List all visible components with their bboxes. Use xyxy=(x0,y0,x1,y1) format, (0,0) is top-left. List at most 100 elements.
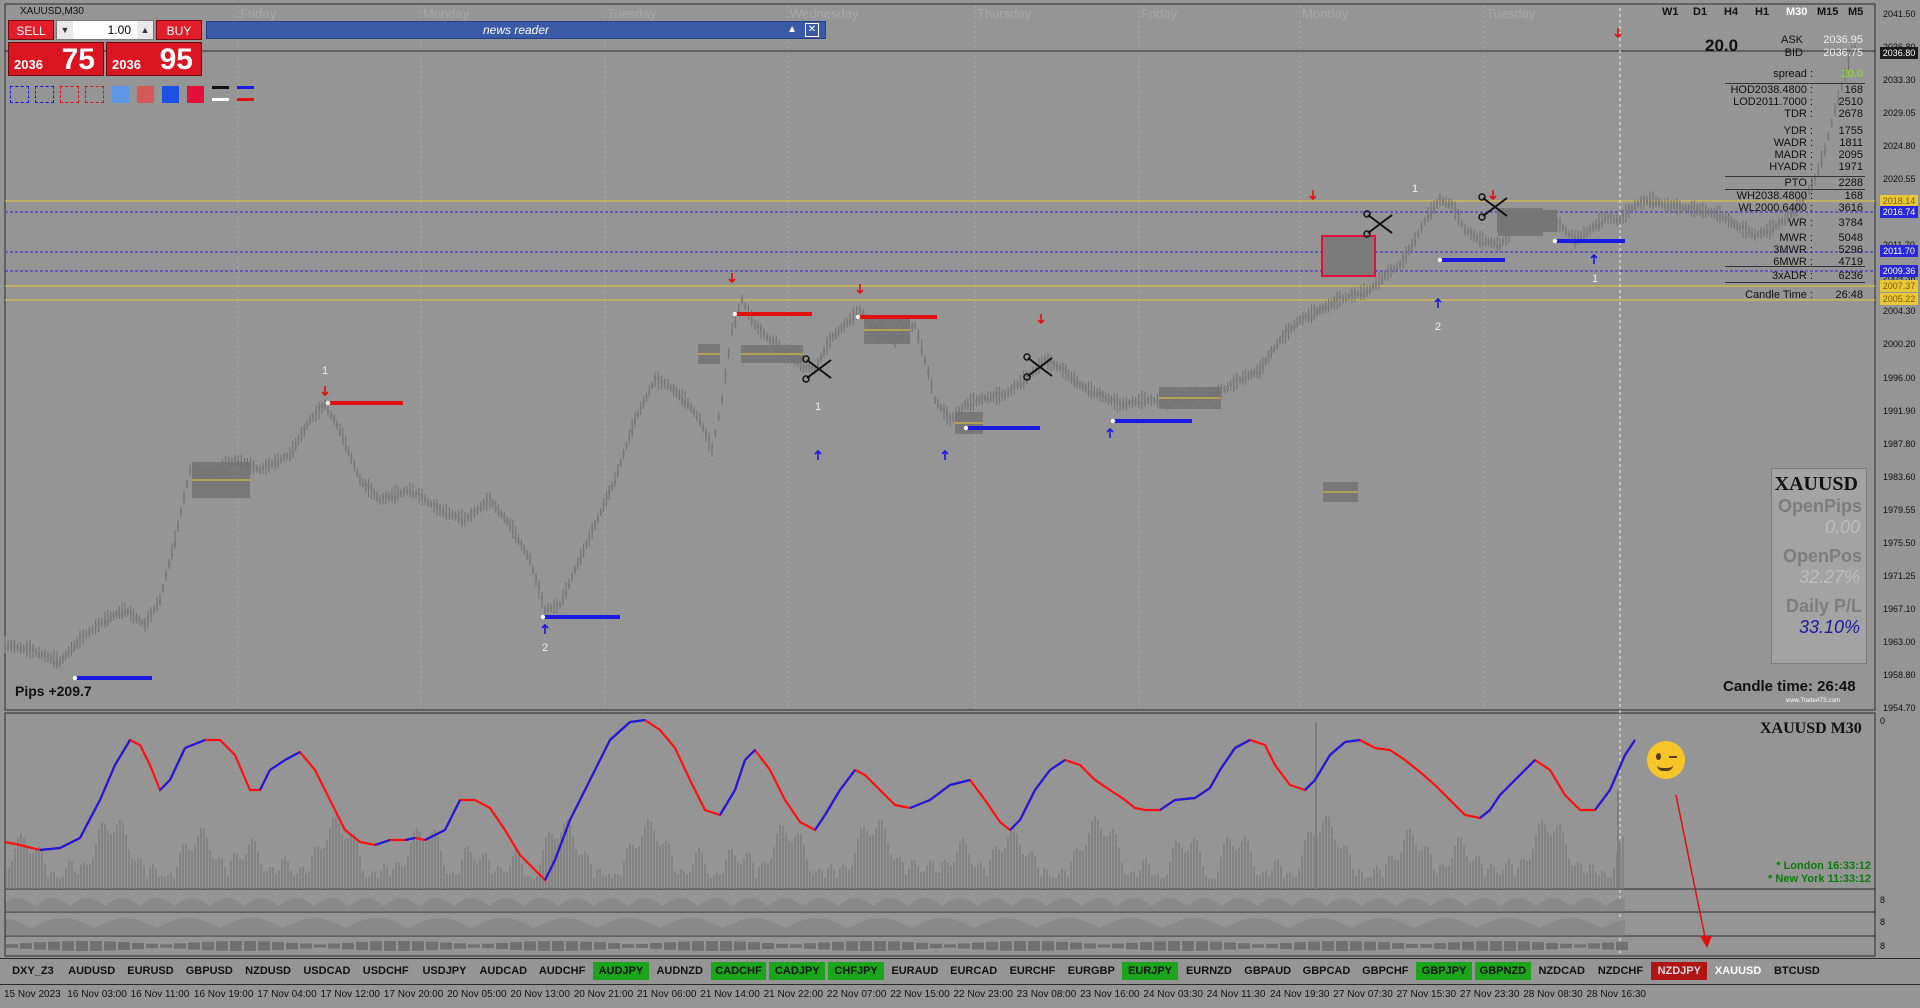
symbol-tab-xauusd[interactable]: XAUUSD xyxy=(1710,962,1766,980)
time-axis-label: 24 Nov 11:30 xyxy=(1206,989,1266,1000)
strip-block xyxy=(1448,942,1460,950)
symbol-tab-audcad[interactable]: AUDCAD xyxy=(475,962,531,980)
timeframe-h1[interactable]: H1 xyxy=(1755,6,1769,18)
rectangle-red-dash-icon[interactable] xyxy=(60,86,79,103)
fill-lightred-icon[interactable] xyxy=(137,86,154,103)
buy-button[interactable]: BUY xyxy=(156,20,202,40)
candle-body xyxy=(1387,268,1389,273)
symbol-tab-cadchf[interactable]: CADCHF xyxy=(710,962,767,980)
candle-body xyxy=(1664,204,1666,209)
rectangle-red-icon[interactable] xyxy=(85,86,104,103)
candle-body xyxy=(442,510,445,515)
candle-body xyxy=(16,645,19,650)
symbol-tab-gbpusd[interactable]: GBPUSD xyxy=(181,962,237,980)
symbol-tab-audnzd[interactable]: AUDNZD xyxy=(652,962,708,980)
news-reader-bar[interactable]: news reader ▲ ✕ xyxy=(206,21,826,39)
day-label: Thursday xyxy=(977,6,1032,21)
strip-block xyxy=(748,942,760,950)
buy-price-button[interactable]: 2036 95 xyxy=(106,42,202,76)
fill-lightblue-icon[interactable] xyxy=(112,86,129,103)
timeframe-m30[interactable]: M30 xyxy=(1786,6,1807,18)
symbol-tab-eurnzd[interactable]: EURNZD xyxy=(1181,962,1237,980)
symbol-tab-gbpjpy[interactable]: GBPJPY xyxy=(1416,962,1472,980)
symbol-tab-gbpnzd[interactable]: GBPNZD xyxy=(1475,962,1531,980)
candle-body xyxy=(984,396,986,401)
candle-body xyxy=(714,431,717,436)
close-icon[interactable]: ✕ xyxy=(805,23,819,37)
candle-body xyxy=(946,411,948,416)
fill-red-icon[interactable] xyxy=(187,86,204,103)
sub-axis-label: 8 xyxy=(1880,941,1886,951)
info-value: 5048 xyxy=(1838,232,1863,244)
symbol-tab-chfjpy[interactable]: CHFJPY xyxy=(828,962,884,980)
symbol-tab-cadjpy[interactable]: CADJPY xyxy=(769,962,826,980)
candle-body xyxy=(1687,206,1690,211)
candle-body xyxy=(1061,366,1064,371)
strip-block xyxy=(1084,943,1096,949)
fill-blue-icon[interactable] xyxy=(162,86,179,103)
candle-body xyxy=(1296,321,1299,326)
zigzag-label: 1 xyxy=(1412,183,1418,195)
line-red-icon[interactable] xyxy=(237,98,254,101)
symbol-tab-dxy_z3[interactable]: DXY_Z3 xyxy=(5,962,61,980)
symbol-tab-euraud[interactable]: EURAUD xyxy=(887,962,943,980)
oscillator-line-blue xyxy=(1314,754,1331,781)
candle-body xyxy=(631,429,634,434)
timeframe-m5[interactable]: M5 xyxy=(1848,6,1863,18)
candle-body xyxy=(283,455,285,460)
symbol-tab-eurgbp[interactable]: EURGBP xyxy=(1063,962,1119,980)
line-blue-icon[interactable] xyxy=(237,86,254,89)
strip-block xyxy=(916,942,928,950)
candle-body xyxy=(85,632,88,637)
lot-size-input[interactable]: ▼ 1.00 ▲ xyxy=(56,20,154,40)
symbol-tab-gbpaud[interactable]: GBPAUD xyxy=(1240,962,1296,980)
symbol-tab-usdcad[interactable]: USDCAD xyxy=(299,962,355,980)
symbol-tab-audusd[interactable]: AUDUSD xyxy=(64,962,120,980)
timeframe-m15[interactable]: M15 xyxy=(1817,6,1838,18)
symbol-tab-nzdusd[interactable]: NZDUSD xyxy=(240,962,296,980)
symbol-tab-eurusd[interactable]: EURUSD xyxy=(123,962,179,980)
candle-body xyxy=(840,325,843,330)
candle-body xyxy=(1411,244,1413,249)
symbol-tab-audjpy[interactable]: AUDJPY xyxy=(593,962,649,980)
timeframe-d1[interactable]: D1 xyxy=(1693,6,1707,18)
line-white-icon[interactable] xyxy=(212,98,229,101)
timeframe-h4[interactable]: H4 xyxy=(1724,6,1738,18)
rectangle-blue-icon[interactable] xyxy=(35,86,54,103)
rectangle-blue-dash-icon[interactable] xyxy=(10,86,29,103)
candle-body xyxy=(1661,201,1663,206)
candle-body xyxy=(1321,306,1324,311)
lot-increase-icon[interactable]: ▲ xyxy=(137,21,153,39)
symbol-tab-gbpcad[interactable]: GBPCAD xyxy=(1299,962,1355,980)
candle-body xyxy=(961,405,963,410)
price-chart-canvas[interactable]: 1 2 1 1 2 1 xyxy=(0,0,1920,1007)
candle-body xyxy=(1442,198,1444,203)
symbol-tab-eurcad[interactable]: EURCAD xyxy=(946,962,1002,980)
line-black-icon[interactable] xyxy=(212,86,229,89)
symbol-tab-nzdcad[interactable]: NZDCAD xyxy=(1534,962,1590,980)
strip-block xyxy=(1490,941,1502,951)
candle-body xyxy=(911,324,914,329)
strip-block xyxy=(6,944,18,948)
mt4-chart-window[interactable]: 1 2 1 1 2 1 SELL ▼ 1.00 ▲ BUY 2036 75 2036 95… xyxy=(0,0,1920,1008)
timeframe-w1[interactable]: W1 xyxy=(1662,6,1679,18)
symbol-tab-nzdchf[interactable]: NZDCHF xyxy=(1593,962,1649,980)
candle-body xyxy=(1423,219,1426,224)
symbol-tab-eurchf[interactable]: EURCHF xyxy=(1005,962,1061,980)
symbol-tab-eurjpy[interactable]: EURJPY xyxy=(1122,962,1178,980)
collapse-icon[interactable]: ▲ xyxy=(787,22,797,38)
symbol-tab-btcusd[interactable]: BTCUSD xyxy=(1769,962,1825,980)
symbol-tab-usdjpy[interactable]: USDJPY xyxy=(417,962,473,980)
lot-decrease-icon[interactable]: ▼ xyxy=(57,21,73,39)
sell-price-button[interactable]: 2036 75 xyxy=(8,42,104,76)
candle-body xyxy=(1493,242,1496,247)
candle-body xyxy=(271,462,273,467)
symbol-tab-gbpchf[interactable]: GBPCHF xyxy=(1357,962,1413,980)
symbol-tab-audchf[interactable]: AUDCHF xyxy=(534,962,590,980)
sell-button[interactable]: SELL xyxy=(8,20,54,40)
candle-body xyxy=(995,391,998,396)
candle-body xyxy=(568,583,570,588)
symbol-tab-nzdjpy[interactable]: NZDJPY xyxy=(1651,962,1708,980)
candle-body xyxy=(409,489,411,494)
symbol-tab-usdchf[interactable]: USDCHF xyxy=(358,962,414,980)
